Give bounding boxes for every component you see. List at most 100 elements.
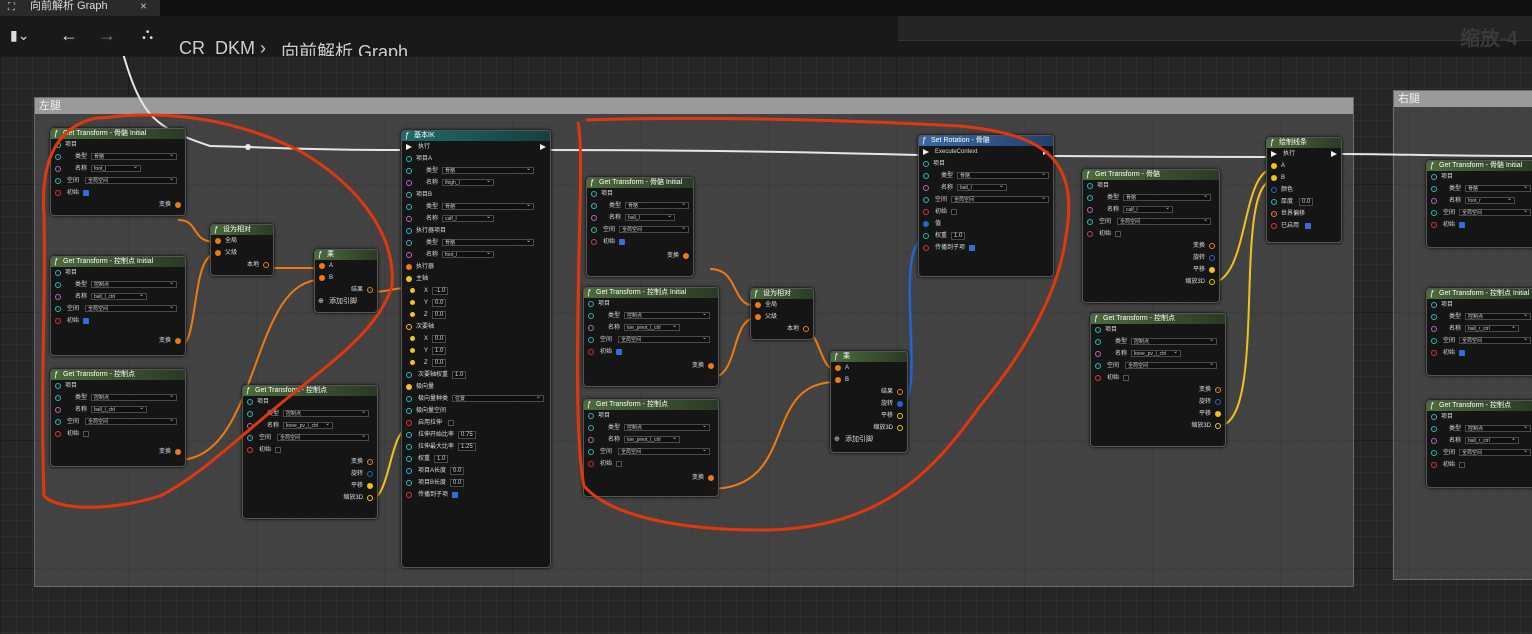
color-pin[interactable]	[1271, 187, 1277, 193]
type-select[interactable]: 骨骼	[1123, 193, 1211, 201]
parent-pin[interactable]	[755, 314, 761, 320]
scale-output-pin[interactable]	[367, 495, 373, 501]
a-pin[interactable]	[319, 263, 325, 269]
a-pin[interactable]	[835, 365, 841, 371]
stretch-start-field[interactable]: 0.75	[458, 431, 476, 439]
type-pin[interactable]	[1431, 186, 1437, 192]
space-select[interactable]: 全局空间	[951, 195, 1049, 203]
type-pin[interactable]	[247, 411, 253, 417]
sec-weight-pin[interactable]	[406, 372, 412, 378]
type-select[interactable]: 控制点	[283, 409, 369, 417]
primary-x-field[interactable]: -1.0	[432, 287, 449, 295]
pole-vector-pin[interactable]	[406, 384, 412, 390]
item-pin[interactable]	[591, 191, 597, 197]
type-pin[interactable]	[1431, 314, 1437, 320]
get-transform-bone-initial-node[interactable]: Get Transform - 骨骼 Initial 项目 类型骨骼 名称foo…	[1426, 160, 1532, 248]
transform-output-pin[interactable]	[683, 253, 689, 259]
global-pin[interactable]	[215, 238, 221, 244]
space-select[interactable]: 全局空间	[618, 335, 710, 343]
initial-checkbox[interactable]	[1459, 350, 1465, 356]
name-pin[interactable]	[1087, 207, 1093, 213]
space-pin[interactable]	[1431, 338, 1437, 344]
y-pin[interactable]	[410, 348, 415, 353]
len-a-pin[interactable]	[406, 468, 412, 474]
transform-output-pin[interactable]	[175, 202, 181, 208]
get-transform-control-initial-node[interactable]: Get Transform - 控制点 Initial 项目 类型控制点 名称b…	[1426, 288, 1532, 376]
space-select[interactable]: 全局空间	[1459, 336, 1531, 344]
transform-output-pin[interactable]	[1209, 243, 1215, 249]
stretch-max-field[interactable]: 1.25	[458, 443, 476, 451]
draw-line-node[interactable]: 绘制线条 执行 A B 颜色 厚度 0.0 世界偏移 已启用	[1266, 137, 1342, 243]
space-select[interactable]: 全局空间	[1125, 361, 1217, 369]
thickness-pin[interactable]	[1271, 199, 1277, 205]
item-pin[interactable]	[588, 413, 594, 419]
type-select[interactable]: 骨骼	[1465, 184, 1531, 192]
type-pin[interactable]	[1087, 195, 1093, 201]
initial-pin[interactable]	[1431, 350, 1437, 356]
space-pin[interactable]	[1087, 219, 1093, 225]
type-select[interactable]: 骨骼	[442, 238, 534, 246]
get-transform-control-initial-node[interactable]: Get Transform - 控制点 Initial 项目 类型控制点 名称b…	[50, 256, 186, 356]
space-select[interactable]: 全局空间	[85, 176, 177, 184]
initial-checkbox[interactable]	[83, 190, 89, 196]
name-select[interactable]: toe_pivot_l_ctrl	[624, 323, 680, 331]
graph-tab[interactable]: ⛶ 向前解析 Graph ×	[0, 0, 160, 16]
add-pin-button[interactable]: 添加引脚	[329, 296, 357, 308]
item-pin[interactable]	[247, 399, 253, 405]
parent-pin[interactable]	[215, 250, 221, 256]
space-select[interactable]: 全局空间	[1117, 217, 1211, 225]
name-pin[interactable]	[923, 185, 929, 191]
initial-pin[interactable]	[247, 447, 253, 453]
type-pin[interactable]	[406, 204, 412, 210]
initial-checkbox[interactable]	[616, 349, 622, 355]
type-select[interactable]: 控制点	[624, 423, 710, 431]
item-b-pin[interactable]	[406, 192, 412, 198]
exec-pin[interactable]	[406, 144, 412, 150]
type-select[interactable]: 控制点	[1465, 424, 1531, 432]
initial-checkbox[interactable]	[1115, 231, 1121, 237]
primary-y-field[interactable]: 0.0	[432, 299, 447, 307]
name-select[interactable]: ball_l_ctrl	[91, 292, 147, 300]
make-relative-node[interactable]: 设为相对 全局 父级 本地	[750, 288, 814, 340]
initial-checkbox[interactable]	[951, 209, 957, 215]
global-pin[interactable]	[755, 302, 761, 308]
item-pin[interactable]	[55, 383, 61, 389]
multiply-node[interactable]: 乘 A B 结果 旋转 平移 缩放3D ⊕ 添加引脚	[830, 351, 908, 453]
initial-pin[interactable]	[588, 461, 594, 467]
weight-pin[interactable]	[406, 456, 412, 462]
initial-checkbox[interactable]	[83, 318, 89, 324]
type-pin[interactable]	[591, 203, 597, 209]
translation-output-pin[interactable]	[897, 413, 903, 419]
exec-output-pin[interactable]	[540, 144, 546, 150]
space-pin[interactable]	[588, 337, 594, 343]
type-pin[interactable]	[55, 282, 61, 288]
translation-output-pin[interactable]	[1215, 411, 1221, 417]
multiply-node[interactable]: 乘 A B 结果 ⊕ 添加引脚	[314, 249, 378, 313]
pole-space-pin[interactable]	[406, 408, 412, 414]
get-transform-control-initial-node[interactable]: Get Transform - 控制点 Initial 项目 类型控制点 名称t…	[583, 287, 719, 387]
initial-pin[interactable]	[588, 349, 594, 355]
initial-checkbox[interactable]	[619, 239, 625, 245]
forward-arrow-icon[interactable]: →	[98, 24, 116, 48]
thickness-field[interactable]: 0.0	[1299, 198, 1314, 206]
name-select[interactable]: calf_l	[1123, 205, 1173, 213]
sec-weight-field[interactable]: 1.0	[452, 371, 467, 379]
name-select[interactable]: calf_l	[442, 214, 494, 222]
space-pin[interactable]	[1431, 450, 1437, 456]
scale-output-pin[interactable]	[1215, 423, 1221, 429]
add-pin-icon[interactable]: ⊕	[318, 296, 324, 308]
item-pin[interactable]	[1431, 174, 1437, 180]
x-pin[interactable]	[410, 288, 415, 293]
space-select[interactable]: 全局空间	[1459, 208, 1531, 216]
get-transform-control-node[interactable]: Get Transform - 控制点 项目 类型控制点 名称knee_pv_l…	[1090, 313, 1226, 447]
initial-pin[interactable]	[55, 318, 61, 324]
primary-z-field[interactable]: 0.0	[432, 311, 447, 319]
name-select[interactable]: ball_r_ctrl	[1465, 436, 1519, 444]
scale-output-pin[interactable]	[1209, 279, 1215, 285]
stretch-checkbox[interactable]	[448, 420, 454, 426]
get-transform-control-node[interactable]: Get Transform - 控制点 项目 类型控制点 名称knee_pv_l…	[242, 385, 378, 519]
type-select[interactable]: 控制点	[1131, 337, 1217, 345]
space-pin[interactable]	[55, 419, 61, 425]
transform-output-pin[interactable]	[708, 475, 714, 481]
name-select[interactable]: knee_pv_l_ctrl	[1131, 349, 1181, 357]
